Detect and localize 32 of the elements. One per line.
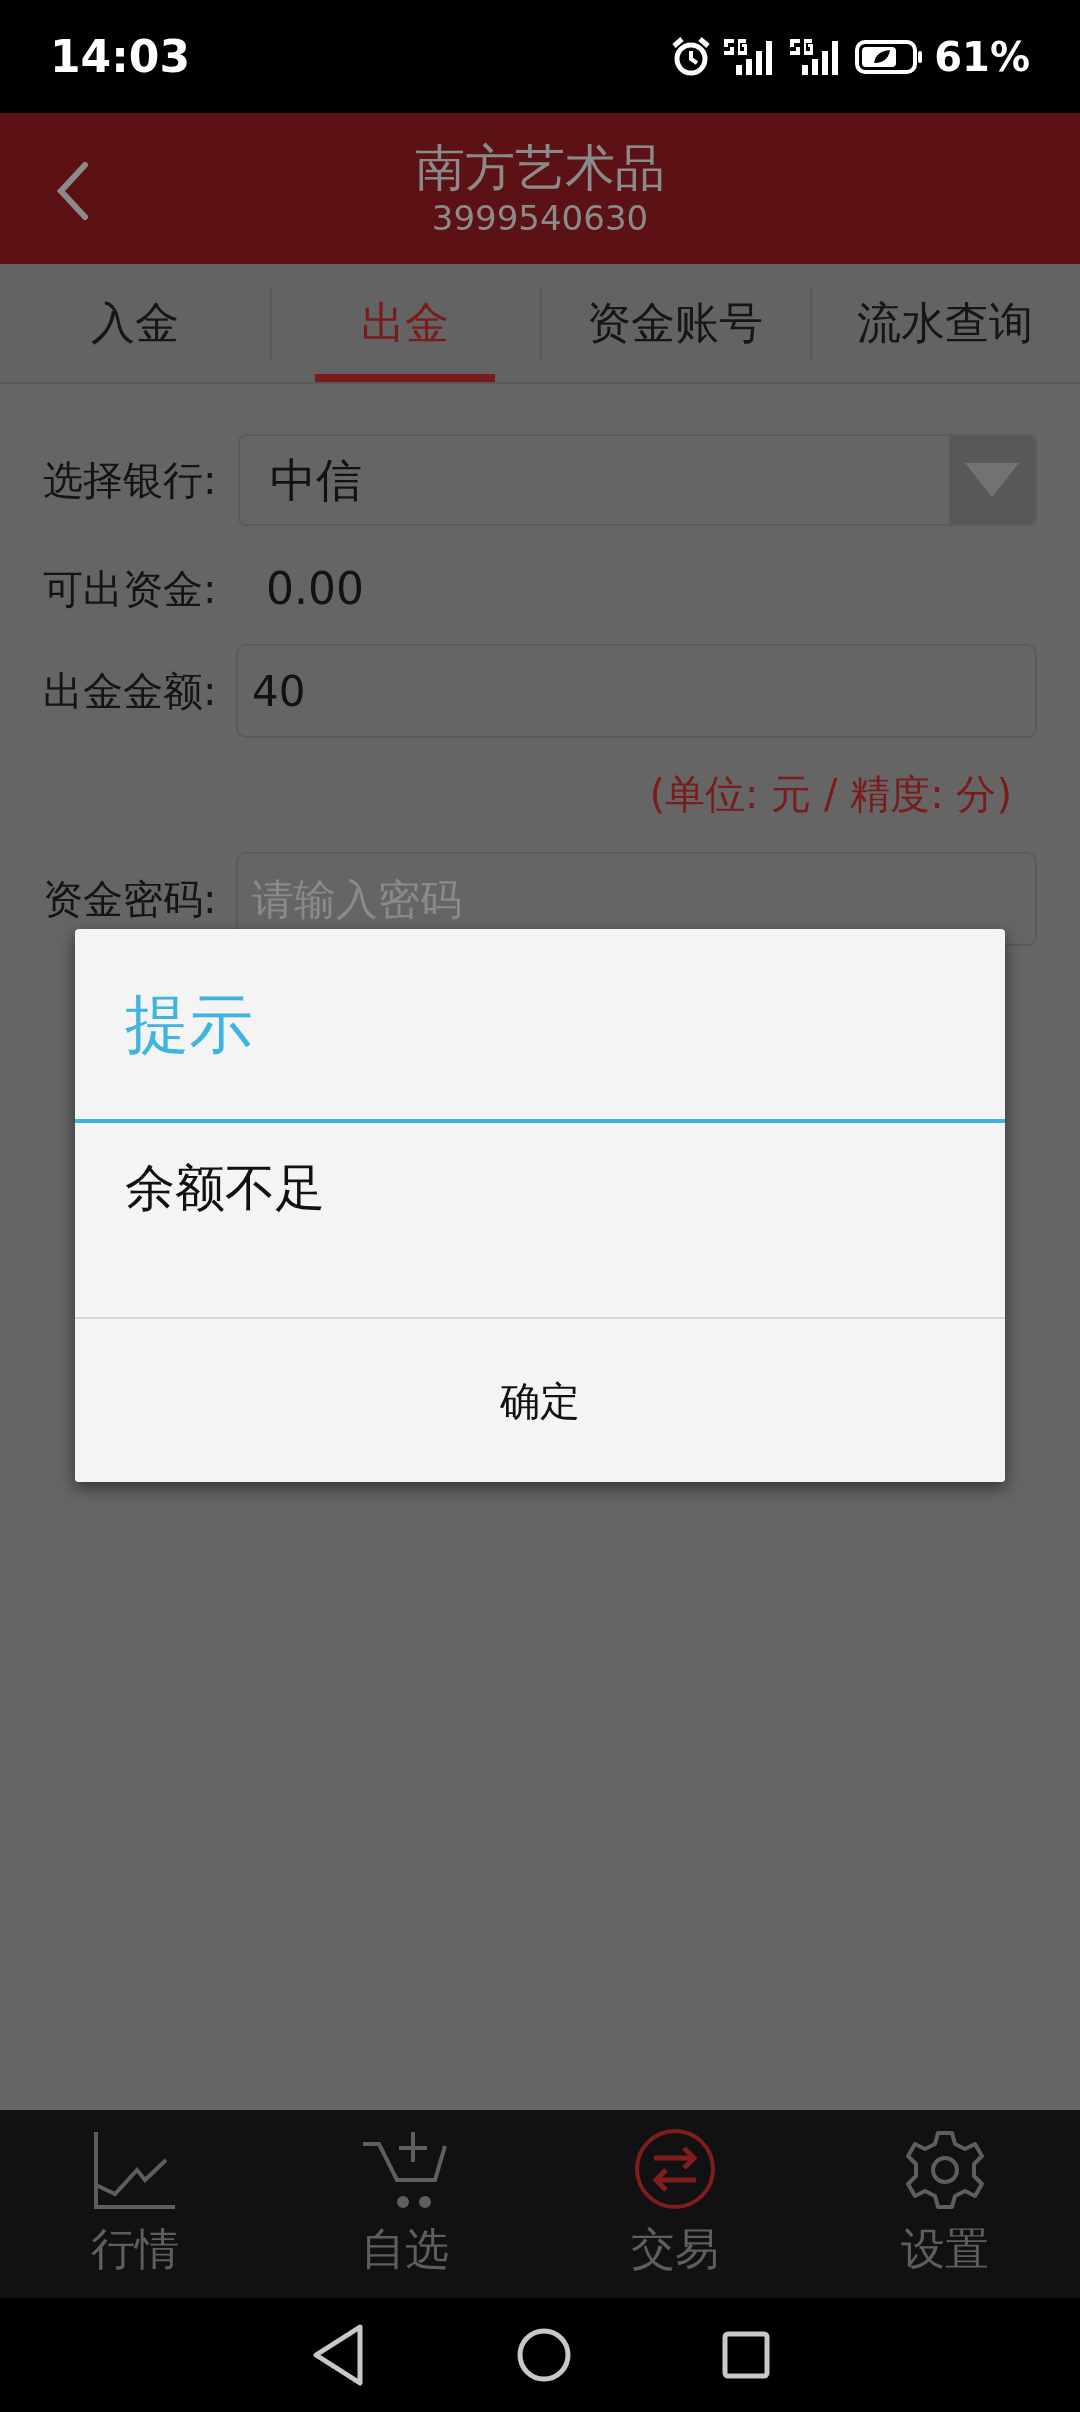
field-label: 资金密码: [43,875,218,924]
caret-icon [963,461,1021,499]
line-chart-icon [93,2130,177,2210]
dialog-message: 余额不足 [125,1159,325,1217]
battery-percent: 61% [934,32,1030,82]
settings-icon [905,2130,985,2210]
available-amount: 0.00 [265,562,364,616]
home-icon[interactable] [516,2327,572,2383]
tab[interactable]: 出金 [315,264,495,382]
cart-icon [361,2130,449,2210]
field-label: 选择银行: [43,456,218,505]
field-label: 可出资金: [43,565,218,614]
bank-dropdown[interactable]: 中信 [238,434,1037,526]
header-title: 南方艺术品 [415,138,665,197]
back-icon[interactable] [310,2323,366,2387]
recents-icon[interactable] [722,2331,770,2379]
status-time: 14:03 [50,29,191,84]
nav-item[interactable]: 交易 [540,2110,810,2298]
battery-icon [854,38,925,75]
dialog-title: 提示 [125,986,253,1063]
nav-item[interactable]: 行情 [0,2110,270,2298]
account-number: 3999540630 [431,196,649,239]
tab[interactable]: 流水查询 [847,264,1043,382]
unit-note: (单位: 元 / 精度: 分) [649,770,1012,819]
amount-field[interactable]: 40 [236,644,1037,738]
confirm-button[interactable]: 确定 [75,1319,1005,1482]
tab[interactable]: 入金 [81,264,189,382]
field-label: 出金金额: [43,667,218,716]
nav-item[interactable]: 设置 [810,2110,1080,2298]
tab[interactable]: 资金账号 [577,264,773,382]
nav-item[interactable]: 自选 [270,2110,540,2298]
exchange-icon [634,2128,716,2210]
